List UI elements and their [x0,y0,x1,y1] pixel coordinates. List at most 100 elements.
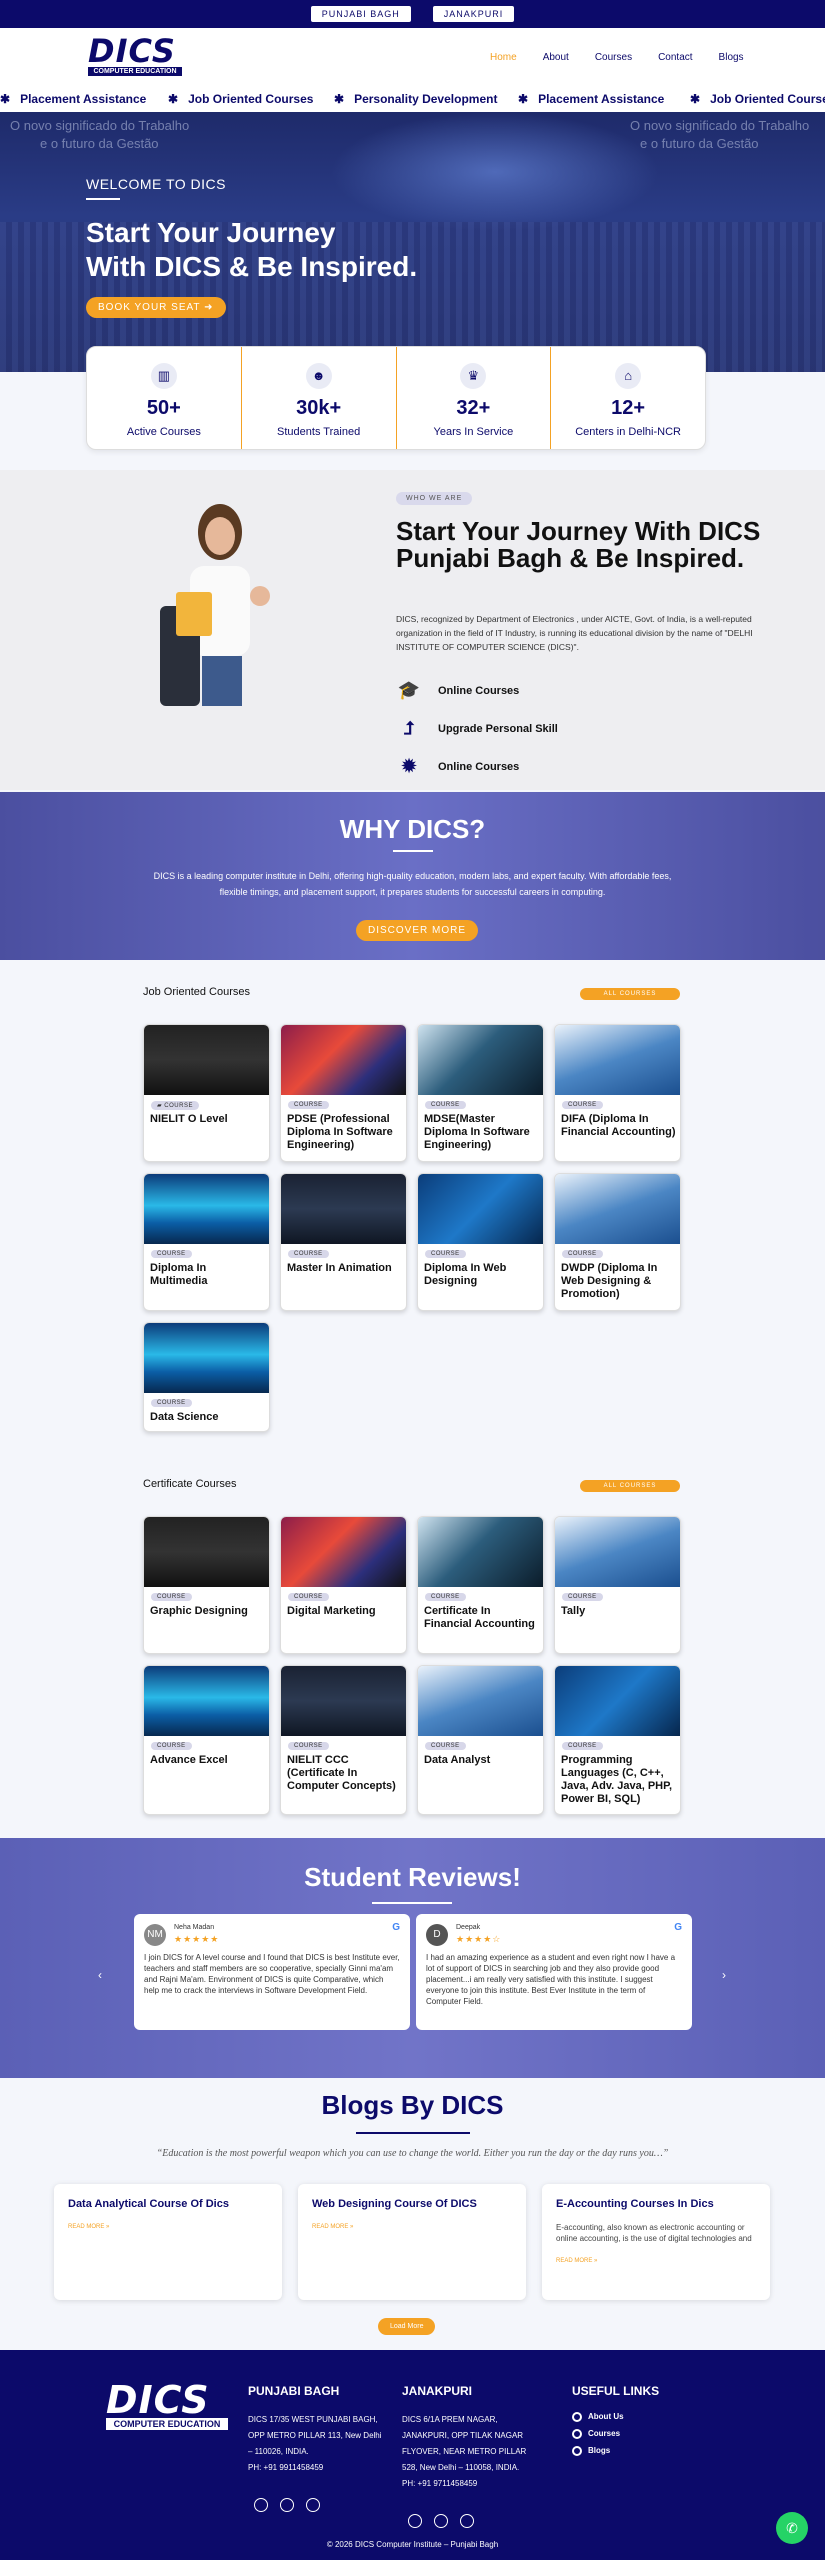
course-card[interactable]: ▰ COURSE NIELIT O Level [143,1024,270,1162]
nav-home[interactable]: Home [490,52,517,63]
blog-card[interactable]: Data Analytical Course Of Dics READ MORE… [54,2184,282,2300]
course-image [418,1174,543,1244]
hero-bg-text: O novo significado do Trabalho [10,118,190,133]
footer-useful-links: USEFUL LINKS About Us Courses Blogs [572,2384,659,2463]
course-card[interactable]: COURSE Data Analyst [417,1665,544,1815]
course-card[interactable]: COURSE Digital Marketing [280,1516,407,1654]
all-courses-button[interactable]: ALL COURSES [580,988,680,1000]
reviews-title: Student Reviews! [304,1862,521,1892]
book-seat-button[interactable]: BOOK YOUR SEAT ➜ [86,297,226,318]
hero-bg-text: e o futuro da Gestão [640,136,759,151]
nav-blogs[interactable]: Blogs [719,52,744,63]
course-card[interactable]: COURSE PDSE (Professional Diploma In Soft… [280,1024,407,1162]
blog-card[interactable]: E-Accounting Courses In Dics E-accountin… [542,2184,770,2300]
whatsapp-icon: ✆ [786,2520,798,2536]
course-card[interactable]: COURSE Tally [554,1516,681,1654]
course-title: Certificate In Financial Accounting [424,1605,535,1630]
course-image [555,1517,680,1587]
feature-item: ⮥ Upgrade Personal Skill [396,718,558,739]
avatar: NM [144,1924,166,1946]
read-more-link[interactable]: READ MORE » [68,2224,268,2230]
nav-courses[interactable]: Courses [595,52,632,63]
course-image [144,1025,269,1095]
whatsapp-icon[interactable] [460,2514,474,2528]
course-card[interactable]: COURSE Diploma In Multimedia [143,1173,270,1311]
discover-more-button[interactable]: DISCOVER MORE [356,920,479,941]
next-arrow-icon[interactable]: › [722,1968,726,1982]
blogs-title: Blogs By DICS [321,2090,504,2120]
nav-about[interactable]: About [543,52,569,63]
read-more-link[interactable]: READ MORE » [556,2258,756,2264]
read-more-link[interactable]: READ MORE » [312,2224,512,2230]
course-image [144,1174,269,1244]
course-tag: COURSE [562,1101,603,1109]
nav-contact[interactable]: Contact [658,52,692,63]
facebook-icon[interactable] [408,2514,422,2528]
ticker-item: ✱ Placement Assistance [0,92,147,106]
blog-title[interactable]: Data Analytical Course Of Dics [68,2198,268,2210]
course-image [281,1174,406,1244]
logo-subtext: COMPUTER EDUCATION [106,2418,228,2430]
certificate-courses-heading: Certificate Courses [143,1478,237,1490]
course-image [281,1666,406,1736]
ticker-item: ✱ Personality Development [334,92,498,106]
course-card[interactable]: COURSE Certificate In Financial Accountin… [417,1516,544,1654]
reviews-underline [372,1902,452,1904]
course-tag: COURSE [151,1250,192,1258]
course-card[interactable]: COURSE NIELIT CCC (Certificate In Compute… [280,1665,407,1815]
course-title: Master In Animation [287,1262,392,1274]
hero-bg-text: O novo significado do Trabalho [630,118,810,133]
course-card[interactable]: COURSE Data Science [143,1322,270,1432]
reviewer-name: Deepak [456,1924,481,1931]
course-card[interactable]: COURSE DIFA (Diploma In Financial Account… [554,1024,681,1162]
course-title: Programming Languages (C, C++, Java, Adv… [561,1754,673,1805]
course-card[interactable]: COURSE Programming Languages (C, C++, Jav… [554,1665,681,1815]
instagram-icon[interactable] [434,2514,448,2528]
about-text: DICS, recognized by Department of Electr… [396,614,753,652]
whatsapp-float-button[interactable]: ✆ [776,2512,808,2544]
footer-logo[interactable]: DICS COMPUTER EDUCATION [106,2381,228,2430]
asterisk-icon: ✱ [168,92,179,106]
course-image [281,1025,406,1095]
asterisk-icon: ✱ [518,92,529,106]
whatsapp-icon[interactable] [306,2498,320,2512]
about-section: WHO WE ARE Start Your Journey With DICS … [0,470,825,790]
course-card[interactable]: COURSE MDSE(Master Diploma In Software En… [417,1024,544,1162]
site-logo[interactable]: DICS COMPUTER EDUCATION [88,35,182,77]
facebook-icon[interactable] [254,2498,268,2512]
course-title: Data Analyst [424,1754,491,1766]
blog-title[interactable]: Web Designing Course Of DICS [312,2198,512,2210]
blogs-quote: “Education is the most powerful weapon w… [156,2148,669,2159]
footer-link-blogs[interactable]: Blogs [572,2446,659,2456]
google-icon: G [392,1922,400,1933]
reviewer-name: Neha Madan [174,1924,215,1931]
course-card[interactable]: COURSE Master In Animation [280,1173,407,1311]
footer-link-about[interactable]: About Us [572,2412,659,2422]
blog-card[interactable]: Web Designing Course Of DICS READ MORE » [298,2184,526,2300]
hero-bg-text: e o futuro da Gestão [40,136,159,151]
course-card[interactable]: COURSE Advance Excel [143,1665,270,1815]
course-image [144,1666,269,1736]
load-more-button[interactable]: Load More [378,2318,436,2335]
instagram-icon[interactable] [280,2498,294,2512]
course-tag: COURSE [562,1593,603,1601]
footer-link-courses[interactable]: Courses [572,2429,659,2439]
course-card[interactable]: COURSE Graphic Designing [143,1516,270,1654]
course-title: PDSE (Professional Diploma In Software E… [287,1113,393,1151]
all-courses-button[interactable]: ALL COURSES [580,1480,680,1492]
social-links [408,2514,542,2528]
trophy-icon: ♛ [460,363,487,389]
branch-punjabi-bagh-button[interactable]: PUNJABI BAGH [310,6,411,22]
course-card[interactable]: COURSE Diploma In Web Designing [417,1173,544,1311]
blog-excerpt: E-accounting, also known as electronic a… [556,2223,752,2243]
asterisk-icon: ✱ [690,92,701,106]
who-we-are-tag: WHO WE ARE [396,492,473,505]
prev-arrow-icon[interactable]: ‹ [98,1968,102,1982]
footer-janakpuri: JANAKPURI DICS 6/1A PREM NAGAR, JANAKPUR… [402,2384,542,2528]
branch-janakpuri-button[interactable]: JANAKPURI [432,6,515,22]
course-card[interactable]: COURSE DWDP (Diploma In Web Designing & P… [554,1173,681,1311]
blog-title[interactable]: E-Accounting Courses In Dics [556,2198,756,2210]
course-image [418,1517,543,1587]
course-title: Graphic Designing [150,1605,248,1617]
course-image [418,1666,543,1736]
